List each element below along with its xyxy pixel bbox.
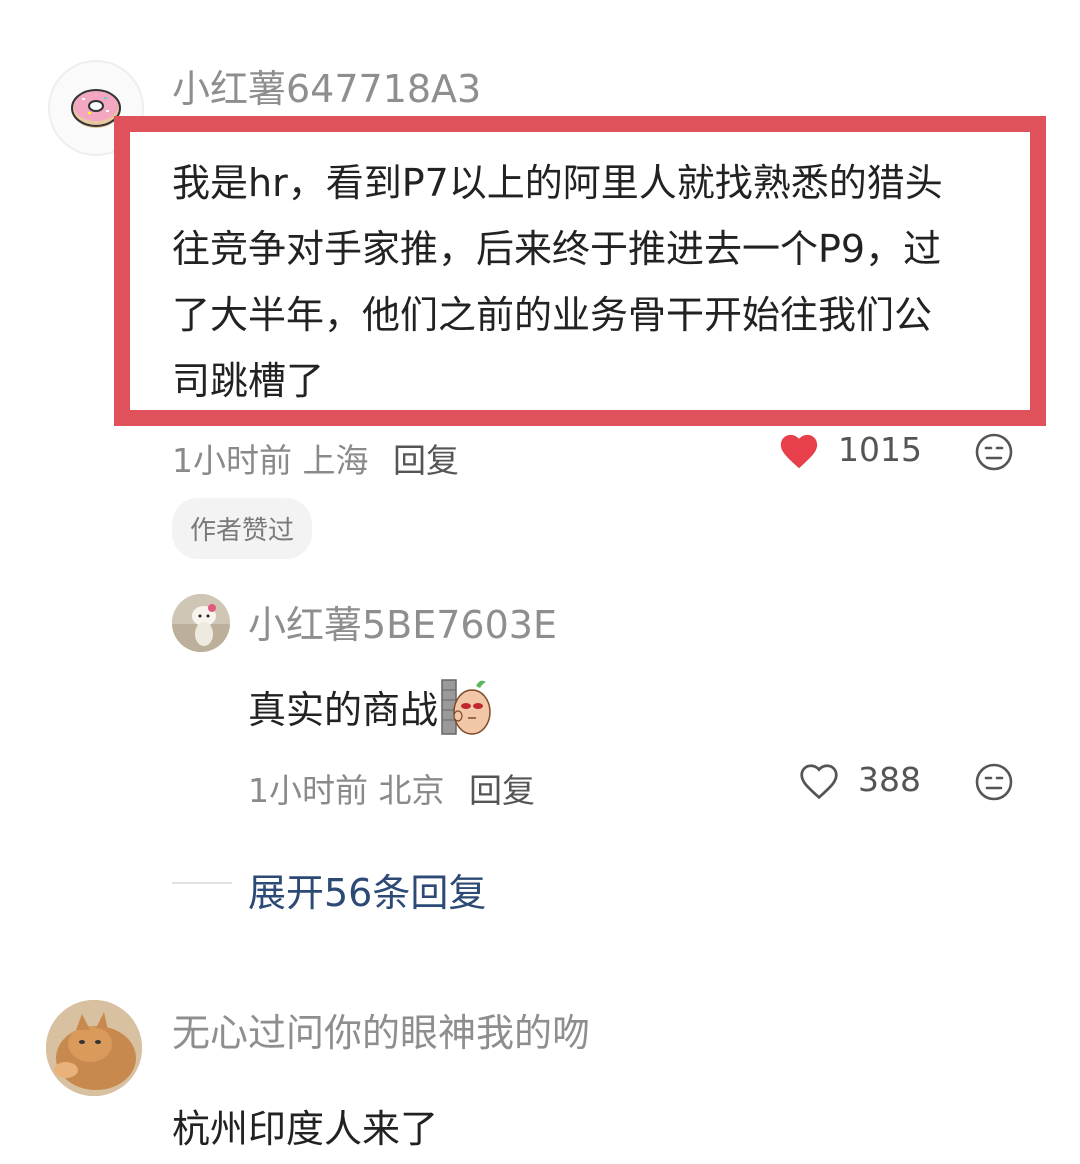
heart-filled-icon <box>780 434 818 469</box>
commenter-2-username[interactable]: 无心过问你的眼神我的吻 <box>172 1014 590 1052</box>
comment-1-like-count: 1015 <box>838 430 922 469</box>
comment-1-dislike-button[interactable] <box>972 430 1016 474</box>
reply-time: 1小时前 <box>248 771 368 810</box>
potato-wall-sticker-icon <box>441 679 491 735</box>
reply-location: 北京 <box>378 771 445 810</box>
comment-1-line-4: 司跳槽了 <box>172 359 325 403</box>
commenter-1-username[interactable]: 小红薯647718A3 <box>172 70 481 108</box>
comment-1-time: 1小时前 <box>172 441 292 480</box>
cat-icon <box>46 1000 142 1096</box>
hello-kitty-avatar-icon <box>172 594 230 652</box>
replier-username[interactable]: 小红薯5BE7603E <box>248 606 557 644</box>
author-liked-badge: 作者赞过 <box>172 498 313 559</box>
comment-1-like-button[interactable] <box>776 430 822 472</box>
meh-face-icon <box>975 763 1013 801</box>
reply-meta: 1小时前 北京 回复 <box>248 764 535 812</box>
meh-face-icon <box>975 433 1013 471</box>
expand-divider <box>172 882 232 884</box>
reply-dislike-button[interactable] <box>972 760 1016 804</box>
comment-1-location: 上海 <box>302 441 369 480</box>
comment-1-reply-button[interactable]: 回复 <box>393 441 459 480</box>
heart-outline-icon <box>800 764 838 800</box>
reply-reply-button[interactable]: 回复 <box>469 771 535 810</box>
comment-1-line-3: 了大半年，他们之前的业务骨干开始往我们公 <box>172 293 933 337</box>
reply-text-row[interactable]: 真实的商战 <box>248 676 496 736</box>
expand-replies-button[interactable]: 展开56条回复 <box>248 862 486 917</box>
reply-text: 真实的商战 <box>248 687 439 732</box>
avatar-replier[interactable] <box>172 594 230 652</box>
comment-1-line-2: 往竞争对手家推，后来终于推进去一个P9，过 <box>172 227 942 271</box>
reply-like-count: 388 <box>858 760 921 799</box>
comment-1-text[interactable]: 我是hr，看到P7以上的阿里人就找熟悉的猎头 往竞争对手家推，后来终于推进去一个… <box>172 150 1032 414</box>
avatar-commenter-2[interactable] <box>46 1000 142 1096</box>
comment-2-text[interactable]: 杭州印度人来了 <box>172 1098 438 1153</box>
reply-like-button[interactable] <box>796 760 842 802</box>
comment-1-meta: 1小时前 上海 回复 <box>172 434 459 482</box>
comment-1-line-1: 我是hr，看到P7以上的阿里人就找熟悉的猎头 <box>172 161 943 205</box>
